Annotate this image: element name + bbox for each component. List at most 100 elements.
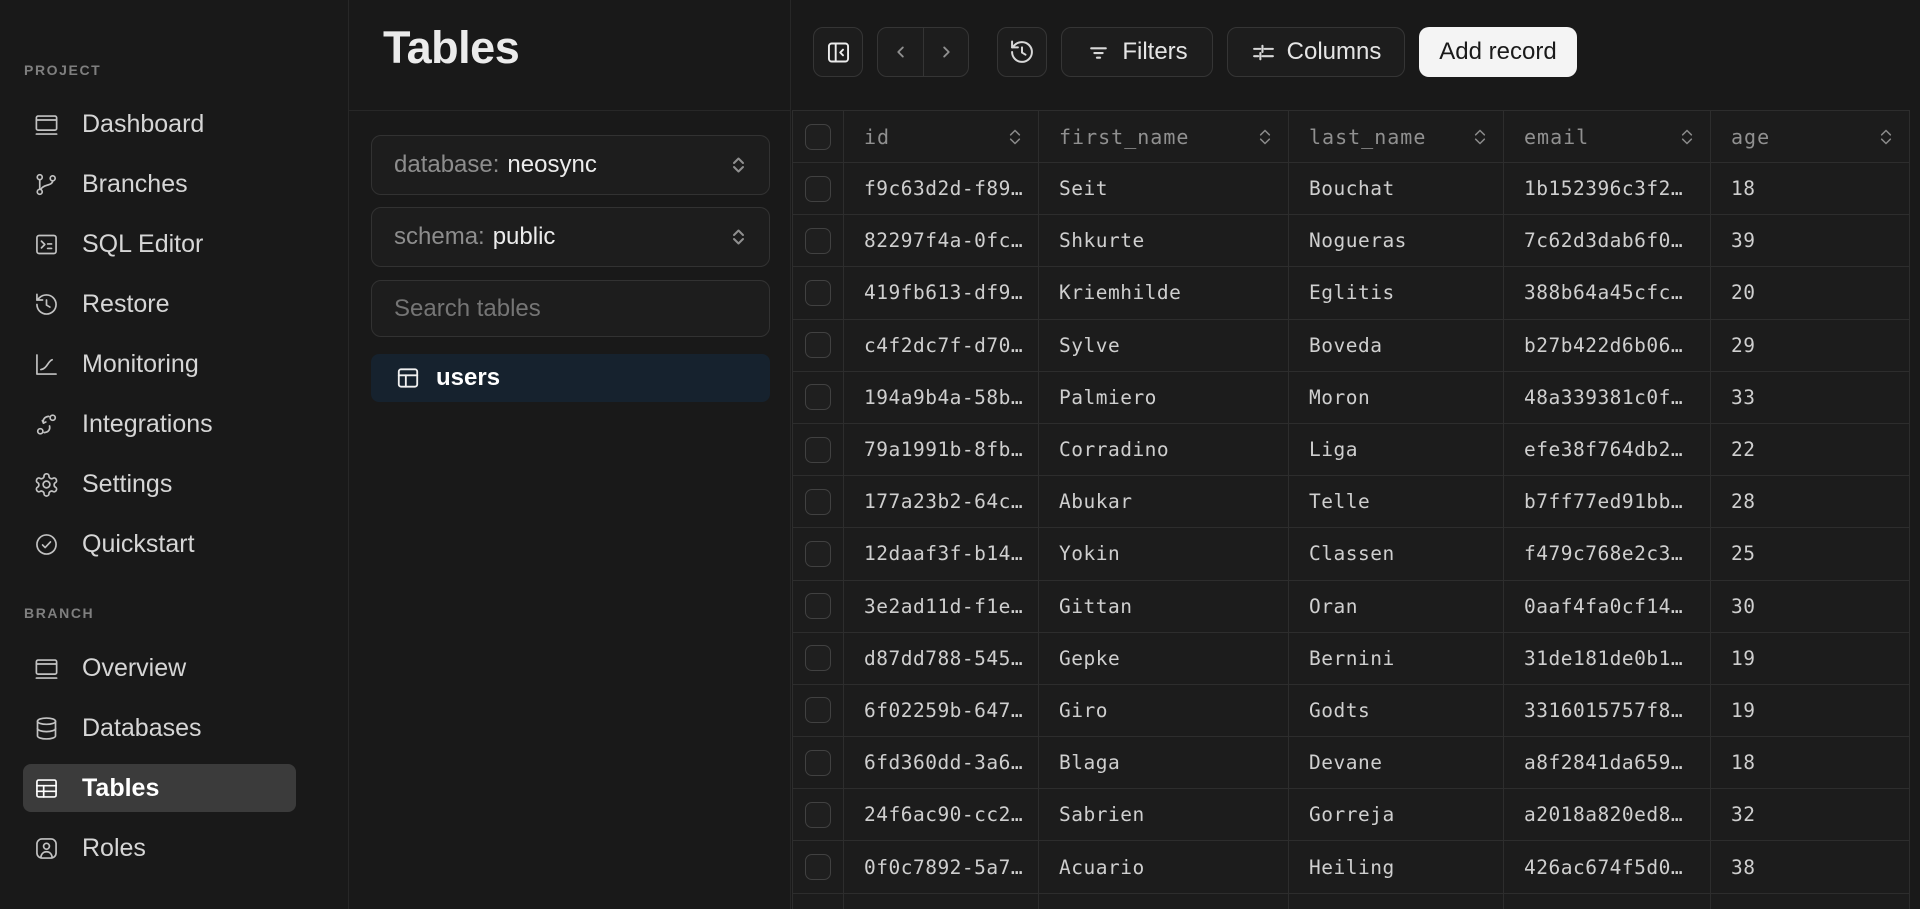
row-checkbox[interactable] [805, 593, 831, 620]
column-header-email[interactable]: email [1504, 111, 1711, 163]
cell-email[interactable]: 426ac674f5d0… [1504, 841, 1711, 894]
cell-first-name[interactable]: Yokin [1039, 528, 1289, 581]
cell-id[interactable]: 12daaf3f-b14… [844, 528, 1039, 581]
cell-last-name[interactable]: Classen [1289, 528, 1504, 581]
cell-age[interactable]: 25 [1711, 528, 1910, 581]
row-checkbox[interactable] [805, 384, 831, 411]
row-checkbox[interactable] [805, 645, 831, 672]
cell-last-name[interactable]: Oran [1289, 580, 1504, 633]
cell-email[interactable]: efe38f764db2… [1504, 423, 1711, 477]
add-record-button[interactable]: Add record [1419, 27, 1577, 77]
cell-last-name[interactable]: Telle [1289, 476, 1504, 529]
row-checkbox[interactable] [805, 279, 831, 306]
collapse-sidebar-button[interactable] [813, 27, 863, 77]
columns-button[interactable]: Columns [1227, 27, 1405, 77]
schema-select[interactable]: schema: public [371, 207, 770, 267]
cell-id[interactable]: 6fd360dd-3a6… [844, 737, 1039, 790]
cell-first-name[interactable]: Gepke [1039, 632, 1289, 685]
cell-email[interactable]: 48a339381c0f… [1504, 371, 1711, 424]
row-checkbox[interactable] [805, 854, 831, 881]
cell-age[interactable]: 22 [1711, 423, 1910, 477]
cell-first-name[interactable]: Palmiero [1039, 371, 1289, 424]
cell-email[interactable]: a8f2841da659… [1504, 737, 1711, 790]
cell-age[interactable]: 20 [1711, 267, 1910, 320]
row-checkbox[interactable] [805, 227, 831, 254]
cell-id[interactable]: c4f2dc7f-d70… [844, 319, 1039, 372]
cell-id[interactable]: f9c63d2d-f89… [844, 163, 1039, 216]
cell-last-name[interactable]: Godts [1289, 684, 1504, 738]
cell-age[interactable]: 30 [1711, 580, 1910, 633]
sidebar-item-quickstart[interactable]: Quickstart [23, 520, 296, 568]
sidebar-item-branches[interactable]: Branches [23, 160, 296, 208]
cell-first-name[interactable]: Shkurte [1039, 215, 1289, 268]
cell-email[interactable]: a2018a820ed8… [1504, 789, 1711, 842]
row-checkbox[interactable] [805, 175, 831, 202]
cell-first-name[interactable]: Abukar [1039, 476, 1289, 529]
previous-page-button[interactable] [878, 28, 923, 76]
cell-last-name[interactable]: Liga [1289, 423, 1504, 477]
cell-age[interactable]: 19 [1711, 684, 1910, 738]
column-header-last-name[interactable]: last_name [1289, 111, 1504, 163]
cell-id[interactable]: 177a23b2-64c… [844, 476, 1039, 529]
cell-email[interactable]: 0aaf4fa0cf14… [1504, 580, 1711, 633]
cell-email[interactable]: 3316015757f8… [1504, 684, 1711, 738]
column-header-id[interactable]: id [844, 111, 1039, 163]
cell-first-name[interactable]: Seit [1039, 163, 1289, 216]
cell-id[interactable]: d87dd788-545… [844, 632, 1039, 685]
row-checkbox[interactable] [805, 436, 831, 463]
cell-age[interactable]: 18 [1711, 163, 1910, 216]
cell-first-name[interactable]: Kriemhilde [1039, 267, 1289, 320]
sidebar-item-monitoring[interactable]: Monitoring [23, 340, 296, 388]
cell-first-name[interactable]: Sylve [1039, 319, 1289, 372]
history-button[interactable] [997, 27, 1047, 77]
cell-first-name[interactable]: Gittan [1039, 580, 1289, 633]
cell-email[interactable]: b27b422d6b06… [1504, 319, 1711, 372]
cell-id[interactable]: 419fb613-df9… [844, 267, 1039, 320]
column-header-age[interactable]: age [1711, 111, 1910, 163]
cell-first-name[interactable]: Sabrien [1039, 789, 1289, 842]
cell-email[interactable]: 388b64a45cfc… [1504, 267, 1711, 320]
cell-id[interactable]: 82297f4a-0fc… [844, 215, 1039, 268]
cell-age[interactable]: 18 [1711, 737, 1910, 790]
sidebar-item-overview[interactable]: Overview [23, 644, 296, 692]
cell-last-name[interactable]: Gorreja [1289, 789, 1504, 842]
cell-age[interactable]: 39 [1711, 215, 1910, 268]
cell-email[interactable]: 7c62d3dab6f0… [1504, 215, 1711, 268]
cell-age[interactable]: 29 [1711, 319, 1910, 372]
sidebar-item-sql-editor[interactable]: SQL Editor [23, 220, 296, 268]
search-tables-input[interactable] [394, 294, 747, 323]
column-header-first-name[interactable]: first_name [1039, 111, 1289, 163]
cell-id[interactable]: 24f6ac90-cc2… [844, 789, 1039, 842]
row-checkbox[interactable] [805, 540, 831, 567]
cell-id[interactable]: 6f02259b-647… [844, 684, 1039, 738]
next-page-button[interactable] [923, 28, 968, 76]
cell-last-name[interactable]: Devane [1289, 737, 1504, 790]
cell-id[interactable]: 194a9b4a-58b… [844, 371, 1039, 424]
database-select[interactable]: database: neosync [371, 135, 770, 195]
sidebar-item-roles[interactable]: Roles [23, 824, 296, 872]
sidebar-item-settings[interactable]: Settings [23, 460, 296, 508]
row-checkbox[interactable] [805, 697, 831, 724]
cell-id[interactable]: 3e2ad11d-f1e… [844, 580, 1039, 633]
cell-first-name[interactable]: Acuario [1039, 841, 1289, 894]
cell-email[interactable]: b7ff77ed91bb… [1504, 476, 1711, 529]
table-list-item-users[interactable]: users [371, 354, 770, 402]
cell-age[interactable]: 32 [1711, 789, 1910, 842]
cell-first-name[interactable]: Corradino [1039, 423, 1289, 477]
cell-age[interactable]: 19 [1711, 632, 1910, 685]
cell-first-name[interactable]: Blaga [1039, 737, 1289, 790]
row-checkbox[interactable] [805, 749, 831, 776]
row-checkbox[interactable] [805, 801, 831, 828]
cell-age[interactable]: 38 [1711, 841, 1910, 894]
sidebar-item-restore[interactable]: Restore [23, 280, 296, 328]
select-all-checkbox[interactable] [805, 123, 831, 150]
cell-id[interactable]: 79a1991b-8fb… [844, 423, 1039, 477]
cell-last-name[interactable]: Moron [1289, 371, 1504, 424]
cell-age[interactable]: 28 [1711, 476, 1910, 529]
filters-button[interactable]: Filters [1061, 27, 1213, 77]
cell-last-name[interactable]: Boveda [1289, 319, 1504, 372]
row-checkbox[interactable] [805, 488, 831, 515]
row-checkbox[interactable] [805, 332, 831, 359]
cell-last-name[interactable]: Nogueras [1289, 215, 1504, 268]
sidebar-item-tables[interactable]: Tables [23, 764, 296, 812]
